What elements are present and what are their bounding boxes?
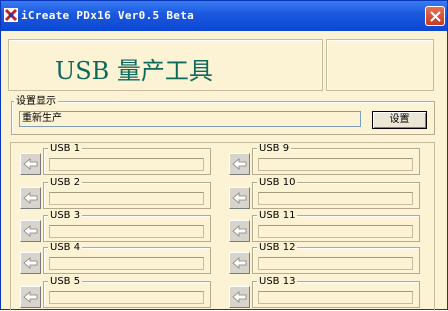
window-title: iCreate PDx16 Ver0.5 Beta (21, 9, 195, 22)
close-icon (430, 11, 441, 22)
usb-12-group: USB 12 (252, 242, 420, 274)
app-logo-icon (4, 8, 18, 22)
main-window: iCreate PDx16 Ver0.5 Beta USB 量产工具 设置显示 … (0, 0, 448, 311)
usb-9-status-field (258, 158, 413, 171)
usb-9-label: USB 9 (257, 143, 292, 154)
usb-2-status-field (49, 192, 204, 205)
usb-13-label: USB 13 (257, 276, 298, 287)
usb-9-arrow-button[interactable] (229, 153, 250, 175)
usb-3-arrow-button[interactable] (20, 220, 41, 242)
arrow-left-icon (23, 291, 38, 303)
usb-10-arrow-button[interactable] (229, 187, 250, 209)
title-bar[interactable]: iCreate PDx16 Ver0.5 Beta (1, 1, 447, 31)
usb-11-arrow-button[interactable] (229, 220, 250, 242)
usb-5-status-field (49, 291, 204, 304)
usb-13-status-field (258, 291, 413, 304)
usb-13-group: USB 13 (252, 276, 420, 308)
usb-4-arrow-button[interactable] (20, 252, 41, 274)
usb-2-arrow-button[interactable] (20, 187, 41, 209)
settings-group-label: 设置显示 (14, 96, 58, 107)
arrow-left-icon (232, 225, 247, 237)
arrow-left-icon (232, 192, 247, 204)
usb-10-status-field (258, 192, 413, 205)
arrow-left-icon (23, 225, 38, 237)
usb-13-arrow-button[interactable] (229, 286, 250, 308)
usb-11-group: USB 11 (252, 210, 420, 242)
usb-4-label: USB 4 (48, 242, 83, 253)
settings-button[interactable]: 设置 (372, 111, 427, 129)
usb-1-status-field (49, 158, 204, 171)
usb-2-group: USB 2 (43, 177, 211, 209)
arrow-left-icon (232, 291, 247, 303)
usb-3-label: USB 3 (48, 210, 83, 221)
arrow-left-icon (232, 257, 247, 269)
usb-9-group: USB 9 (252, 143, 420, 175)
usb-12-arrow-button[interactable] (229, 252, 250, 274)
usb-1-arrow-button[interactable] (20, 153, 41, 175)
arrow-left-icon (23, 192, 38, 204)
production-mode-field[interactable]: 重新生产 (19, 111, 361, 127)
app-heading: USB 量产工具 (55, 57, 213, 85)
usb-12-status-field (258, 257, 413, 270)
close-button[interactable] (425, 6, 445, 26)
header-side-panel (326, 39, 434, 91)
header-panel: USB 量产工具 (8, 39, 323, 91)
usb-4-group: USB 4 (43, 242, 211, 274)
arrow-left-icon (23, 158, 38, 170)
usb-3-status-field (49, 225, 204, 238)
usb-2-label: USB 2 (48, 177, 83, 188)
usb-1-label: USB 1 (48, 143, 83, 154)
usb-3-group: USB 3 (43, 210, 211, 242)
usb-11-status-field (258, 225, 413, 238)
usb-5-label: USB 5 (48, 276, 83, 287)
usb-11-label: USB 11 (257, 210, 298, 221)
usb-10-label: USB 10 (257, 177, 298, 188)
usb-4-status-field (49, 257, 204, 270)
usb-1-group: USB 1 (43, 143, 211, 175)
usb-10-group: USB 10 (252, 177, 420, 209)
arrow-left-icon (23, 257, 38, 269)
usb-5-group: USB 5 (43, 276, 211, 308)
arrow-left-icon (232, 158, 247, 170)
usb-5-arrow-button[interactable] (20, 286, 41, 308)
usb-12-label: USB 12 (257, 242, 298, 253)
